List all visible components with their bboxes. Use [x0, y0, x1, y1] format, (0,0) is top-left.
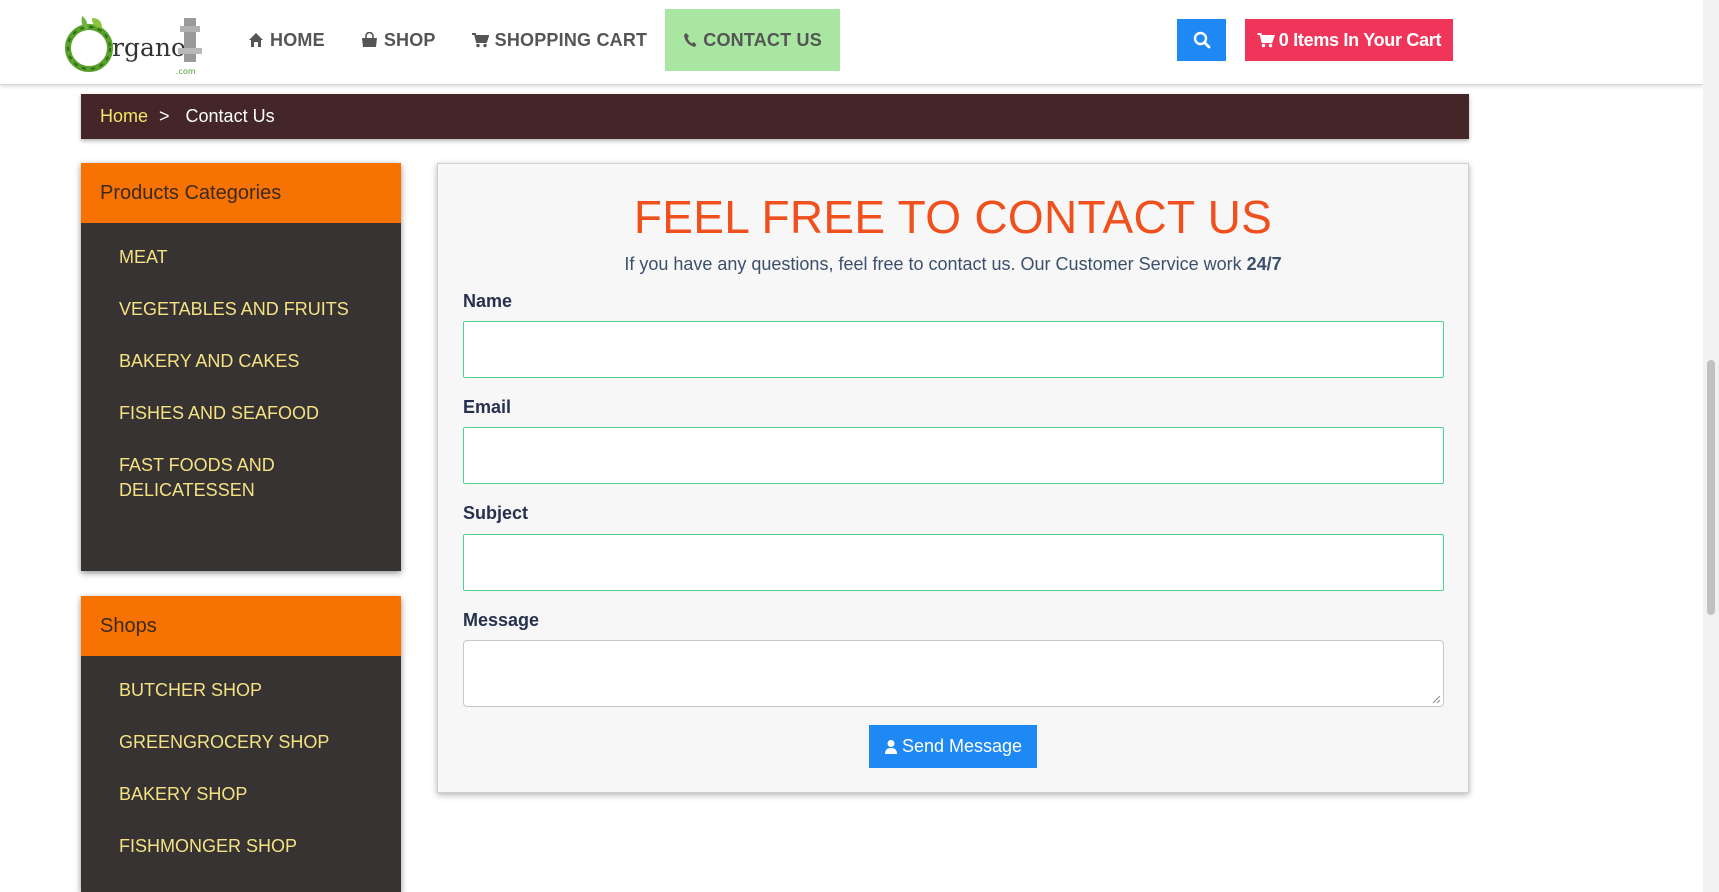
nav-home-label: HOME — [270, 29, 325, 50]
contact-subtitle: If you have any questions, feel free to … — [438, 254, 1468, 275]
page-scrollbar-thumb[interactable] — [1707, 360, 1715, 615]
nav-contact-us-label: CONTACT US — [703, 29, 822, 50]
category-item-meat[interactable]: MEAT — [119, 245, 381, 270]
nav-shop[interactable]: SHOP — [343, 9, 454, 71]
category-item-fast-foods-and-delicatessen[interactable]: FAST FOODS AND DELICATESSEN — [119, 453, 319, 503]
resize-grip-icon[interactable] — [1431, 694, 1441, 704]
main-nav: HOME SHOP SHOPPING CART CONTACT US — [230, 9, 840, 71]
svg-text:rgano: rgano — [112, 33, 186, 62]
logo-image: rgano .com — [65, 16, 202, 76]
search-icon — [1193, 31, 1210, 49]
email-field[interactable] — [463, 427, 1444, 484]
nav-contact-us[interactable]: CONTACT US — [665, 9, 840, 71]
send-message-label: Send Message — [901, 736, 1023, 756]
phone-icon — [684, 33, 697, 47]
nav-home[interactable]: HOME — [230, 9, 343, 71]
shop-item-bakery[interactable]: BAKERY SHOP — [119, 782, 381, 807]
shops-list: BUTCHER SHOP GREENGROCERY SHOP BAKERY SH… — [81, 656, 401, 859]
categories-list: MEAT VEGETABLES AND FRUITS BAKERY AND CA… — [81, 223, 401, 503]
cart-icon — [471, 33, 489, 48]
logo[interactable]: rgano .com — [64, 8, 210, 82]
shopping-bag-icon — [361, 32, 377, 47]
page: rgano .com HOME SHOP SHOPPING CART CONTA… — [0, 0, 1719, 892]
breadcrumb-home-link[interactable]: Home — [100, 106, 148, 127]
category-item-fishes-and-seafood[interactable]: FISHES AND SEAFOOD — [119, 401, 381, 426]
cart-icon — [1257, 33, 1275, 48]
nav-shopping-cart-label: SHOPPING CART — [494, 29, 648, 50]
email-label: Email — [463, 397, 512, 417]
site-header: rgano .com HOME SHOP SHOPPING CART CONTA… — [0, 0, 1703, 85]
shop-item-butcher[interactable]: BUTCHER SHOP — [119, 678, 381, 703]
shop-item-greengrocery[interactable]: GREENGROCERY SHOP — [119, 730, 381, 755]
user-icon — [884, 739, 897, 754]
cart-summary-label: 0 Items In Your Cart — [1278, 29, 1442, 50]
send-message-button[interactable]: Send Message — [869, 725, 1037, 768]
nav-shopping-cart[interactable]: SHOPPING CART — [454, 9, 666, 71]
home-icon — [249, 33, 263, 47]
contact-title: FEEL FREE TO CONTACT US — [633, 191, 1273, 243]
category-item-bakery-and-cakes[interactable]: BAKERY AND CAKES — [119, 349, 381, 374]
contact-subtitle-text: If you have any questions, feel free to … — [624, 254, 1242, 274]
categories-panel-title: Products Categories — [81, 163, 401, 223]
svg-text:.com: .com — [176, 67, 196, 76]
category-item-vegetables-and-fruits[interactable]: VEGETABLES AND FRUITS — [119, 297, 381, 322]
categories-panel: Products Categories MEAT VEGETABLES AND … — [81, 163, 401, 571]
subject-label: Subject — [463, 503, 529, 523]
cart-summary-button[interactable]: 0 Items In Your Cart — [1245, 19, 1453, 61]
shops-panel-title: Shops — [81, 596, 401, 656]
message-label: Message — [463, 610, 540, 630]
breadcrumb: Home > Contact Us — [81, 94, 1469, 139]
contact-form-card: FEEL FREE TO CONTACT US If you have any … — [437, 163, 1469, 793]
contact-subtitle-hours: 24/7 — [1246, 254, 1282, 274]
name-field[interactable] — [463, 321, 1444, 378]
shop-item-fishmonger[interactable]: FISHMONGER SHOP — [119, 834, 381, 859]
search-button[interactable] — [1177, 19, 1226, 61]
message-field[interactable] — [463, 640, 1444, 707]
subject-field[interactable] — [463, 534, 1444, 591]
breadcrumb-separator: > — [159, 106, 170, 126]
nav-shop-label: SHOP — [383, 29, 436, 50]
shops-panel: Shops BUTCHER SHOP GREENGROCERY SHOP BAK… — [81, 596, 401, 892]
breadcrumb-current: Contact Us — [185, 106, 275, 126]
name-label: Name — [463, 291, 513, 311]
